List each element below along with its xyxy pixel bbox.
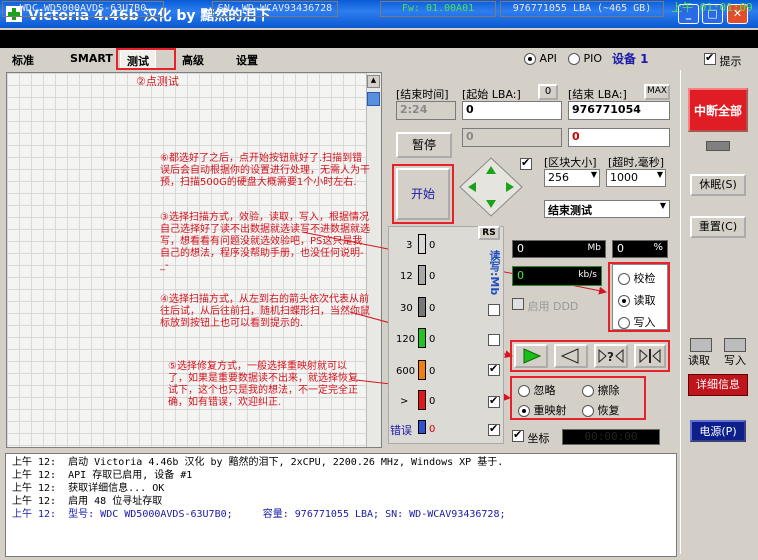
scan-butterfly-button[interactable] <box>634 344 666 368</box>
block-600ms-count: 0 <box>429 366 436 377</box>
reset-button[interactable]: 重置(C) <box>690 216 746 238</box>
highlight-start-button <box>392 164 454 224</box>
speed-tag-vertical: 读写:Mb <box>488 250 501 296</box>
log-panel: 上午 12: 启动 Victoria 4.46b 汉化 by 黯然的泪下, 2x… <box>5 453 677 557</box>
block-30ms-swatch <box>418 297 426 317</box>
block-120ms-swatch <box>418 328 426 348</box>
block-3ms-swatch <box>418 234 426 254</box>
errors-count: 0 <box>429 424 436 435</box>
block-slow-swatch <box>418 390 426 410</box>
block-12ms-swatch <box>418 265 426 285</box>
block-30ms-count: 0 <box>429 303 436 314</box>
coords-checkbox[interactable]: 坐标 <box>512 428 550 446</box>
details-button[interactable]: 详细信息 <box>688 374 748 396</box>
start-lba-input[interactable]: 0 <box>462 101 562 120</box>
svg-text:?: ? <box>607 350 614 364</box>
block-12ms-label: 12 <box>400 271 413 282</box>
chevron-down-icon: ▼ <box>590 170 597 179</box>
direction-pad[interactable] <box>458 156 524 218</box>
mb-readout: 0 Mb <box>512 240 606 258</box>
log-line: 上午 12: 获取详细信息... OK <box>12 483 165 494</box>
block-600ms-swatch <box>418 360 426 380</box>
block-120ms-label: 120 <box>396 334 416 345</box>
verify-radio[interactable]: 校检 <box>618 270 656 286</box>
block-600ms-check[interactable] <box>488 362 500 379</box>
write-indicator-label: 写入 <box>724 354 746 367</box>
block-slow-label: > <box>400 396 409 407</box>
block-30ms-label: 30 <box>400 303 413 314</box>
errors-check[interactable] <box>488 422 500 439</box>
power-button[interactable]: 电源(P) <box>690 420 746 442</box>
error-lba-display: 0 <box>568 128 670 147</box>
ignore-radio[interactable]: 忽略 <box>518 382 556 398</box>
block-30ms-check[interactable] <box>488 304 500 319</box>
read-radio[interactable]: 读取 <box>618 292 656 308</box>
status-indicator <box>706 141 730 151</box>
start-lba-label: [起始 LBA:] <box>462 88 521 101</box>
start-lba-zero-button[interactable]: 0 <box>538 84 558 100</box>
block-600ms-label: 600 <box>396 366 416 377</box>
remap-radio[interactable]: 重映射 <box>518 402 567 418</box>
ddd-checkbox[interactable]: 启用 DDD <box>512 298 578 314</box>
errors-label: 错误 <box>390 424 412 437</box>
rs-button[interactable]: RS <box>478 226 500 240</box>
restore-radio[interactable]: 恢复 <box>582 402 620 418</box>
scan-backward-button[interactable] <box>554 344 588 368</box>
block-120ms-count: 0 <box>429 334 436 345</box>
log-line: 上午 12: 启用 48 位寻址存取 <box>12 496 163 507</box>
block-slow-count: 0 <box>429 396 436 407</box>
block-12ms-count: 0 <box>429 271 436 282</box>
read-indicator-label: 读取 <box>688 354 710 367</box>
block-slow-check[interactable] <box>488 394 500 411</box>
pause-button[interactable]: 暂停 <box>396 132 452 158</box>
chevron-down-icon: ▼ <box>659 201 666 210</box>
end-time-label: [结束时间] <box>396 88 449 101</box>
log-line: 上午 12: 型号: WDC WD5000AVDS-63U7B0; 容量: 97… <box>12 509 506 520</box>
block-3ms-label: 3 <box>406 240 413 251</box>
scan-forward-button[interactable] <box>514 344 548 368</box>
read-indicator <box>690 338 712 352</box>
end-lba-label: [结束 LBA:] <box>568 88 627 101</box>
end-time-input[interactable]: 2:24 <box>396 101 456 120</box>
block-size-select[interactable]: 256 ▼ <box>544 169 600 187</box>
block-size-label: [区块大小] <box>544 156 597 169</box>
block-3ms-count: 0 <box>429 240 436 251</box>
grid-toggle-checkbox[interactable] <box>520 156 532 173</box>
chevron-down-icon: ▼ <box>656 170 663 179</box>
log-line: 上午 12: 启动 Victoria 4.46b 汉化 by 黯然的泪下, 2x… <box>12 457 504 468</box>
log-line: 上午 12: API 存取已启用, 设备 #1 <box>12 470 193 481</box>
speed-readout: 0 kb/s <box>512 266 602 286</box>
write-indicator <box>724 338 746 352</box>
end-lba-input[interactable]: 976771054 <box>568 101 670 120</box>
stop-all-button[interactable]: 中断全部 <box>688 88 748 132</box>
erase-radio[interactable]: 擦除 <box>582 382 620 398</box>
block-120ms-check[interactable] <box>488 334 500 349</box>
write-radio[interactable]: 写入 <box>618 314 656 330</box>
max-lba-button[interactable]: MAX <box>644 84 670 100</box>
sleep-button[interactable]: 休眠(S) <box>690 174 746 196</box>
errors-swatch <box>418 420 426 434</box>
timeout-select[interactable]: 1000 ▼ <box>606 169 666 187</box>
timeout-label: [超时,毫秒] <box>608 156 665 169</box>
percent-readout: 0 % <box>612 240 668 258</box>
end-action-select[interactable]: 结束测试 ▼ <box>544 200 670 218</box>
current-lba-display: 0 <box>462 128 562 147</box>
scan-random-button[interactable]: ? <box>594 344 628 368</box>
coords-display: 00:00:00 <box>562 429 660 445</box>
